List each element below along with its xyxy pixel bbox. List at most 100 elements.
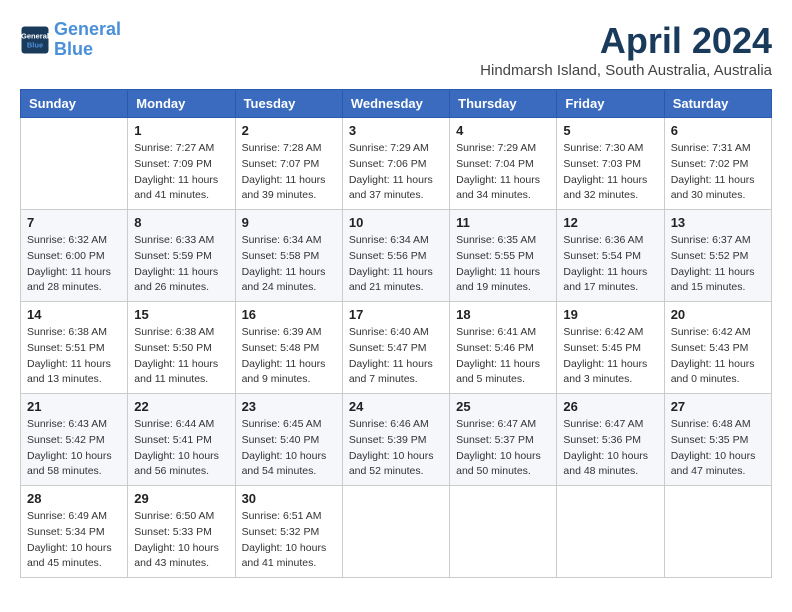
day-info: Sunrise: 7:28 AM Sunset: 7:07 PM Dayligh…: [242, 141, 336, 204]
day-info: Sunrise: 6:34 AM Sunset: 5:56 PM Dayligh…: [349, 233, 443, 296]
calendar-day-cell: 20 Sunrise: 6:42 AM Sunset: 5:43 PM Dayli…: [664, 302, 771, 394]
day-info: Sunrise: 6:38 AM Sunset: 5:50 PM Dayligh…: [134, 325, 228, 388]
day-number: 5: [563, 123, 657, 138]
calendar-day-cell: 10Sunrise: 6:34 AM Sunset: 5:56 PM Dayli…: [342, 210, 449, 302]
calendar-day-cell: 30Sunrise: 6:51 AM Sunset: 5:32 PM Dayli…: [235, 486, 342, 578]
svg-text:General: General: [21, 31, 49, 40]
svg-text:Blue: Blue: [27, 40, 43, 49]
calendar-day-cell: 22 Sunrise: 6:44 AM Sunset: 5:41 PM Dayli…: [128, 394, 235, 486]
calendar-week-row: 14Sunrise: 6:38 AM Sunset: 5:51 PM Dayli…: [21, 302, 772, 394]
title-block: April 2024 Hindmarsh Island, South Austr…: [480, 20, 772, 79]
calendar-day-cell: 7 Sunrise: 6:32 AM Sunset: 6:00 PM Daylig…: [21, 210, 128, 302]
day-number: 12: [563, 215, 657, 230]
logo-text: General Blue: [54, 20, 121, 60]
day-info: Sunrise: 6:51 AM Sunset: 5:32 PM Dayligh…: [242, 509, 336, 572]
calendar-day-cell: 19Sunrise: 6:42 AM Sunset: 5:45 PM Dayli…: [557, 302, 664, 394]
calendar-day-cell: 15 Sunrise: 6:38 AM Sunset: 5:50 PM Dayli…: [128, 302, 235, 394]
weekday-header-thursday: Thursday: [450, 90, 557, 118]
day-number: 29: [134, 491, 228, 506]
calendar-day-cell: 25 Sunrise: 6:47 AM Sunset: 5:37 PM Dayli…: [450, 394, 557, 486]
calendar-day-cell: 13 Sunrise: 6:37 AM Sunset: 5:52 PM Dayli…: [664, 210, 771, 302]
day-info: Sunrise: 6:36 AM Sunset: 5:54 PM Dayligh…: [563, 233, 657, 296]
day-info: Sunrise: 7:29 AM Sunset: 7:06 PM Dayligh…: [349, 141, 443, 204]
calendar-week-row: 7 Sunrise: 6:32 AM Sunset: 6:00 PM Daylig…: [21, 210, 772, 302]
calendar-week-row: 21 Sunrise: 6:43 AM Sunset: 5:42 PM Dayli…: [21, 394, 772, 486]
weekday-header-friday: Friday: [557, 90, 664, 118]
calendar-day-cell: 21 Sunrise: 6:43 AM Sunset: 5:42 PM Dayli…: [21, 394, 128, 486]
day-number: 1: [134, 123, 228, 138]
day-number: 17: [349, 307, 443, 322]
calendar-day-cell: 24 Sunrise: 6:46 AM Sunset: 5:39 PM Dayli…: [342, 394, 449, 486]
day-info: Sunrise: 6:42 AM Sunset: 5:43 PM Dayligh…: [671, 325, 765, 388]
weekday-header-sunday: Sunday: [21, 90, 128, 118]
day-number: 18: [456, 307, 550, 322]
calendar-day-cell: [450, 486, 557, 578]
day-info: Sunrise: 6:47 AM Sunset: 5:37 PM Dayligh…: [456, 417, 550, 480]
weekday-header-tuesday: Tuesday: [235, 90, 342, 118]
day-number: 24: [349, 399, 443, 414]
calendar-day-cell: 17 Sunrise: 6:40 AM Sunset: 5:47 PM Dayli…: [342, 302, 449, 394]
day-info: Sunrise: 6:46 AM Sunset: 5:39 PM Dayligh…: [349, 417, 443, 480]
day-info: Sunrise: 6:34 AM Sunset: 5:58 PM Dayligh…: [242, 233, 336, 296]
calendar-table: SundayMondayTuesdayWednesdayThursdayFrid…: [20, 89, 772, 578]
day-number: 8: [134, 215, 228, 230]
day-number: 2: [242, 123, 336, 138]
calendar-day-cell: 11 Sunrise: 6:35 AM Sunset: 5:55 PM Dayli…: [450, 210, 557, 302]
day-number: 13: [671, 215, 765, 230]
day-number: 20: [671, 307, 765, 322]
page-header: General Blue General Blue April 2024 Hin…: [20, 20, 772, 79]
weekday-header-wednesday: Wednesday: [342, 90, 449, 118]
day-number: 22: [134, 399, 228, 414]
calendar-day-cell: [342, 486, 449, 578]
day-number: 11: [456, 215, 550, 230]
calendar-week-row: 1 Sunrise: 7:27 AM Sunset: 7:09 PM Daylig…: [21, 118, 772, 210]
day-number: 21: [27, 399, 121, 414]
day-info: Sunrise: 7:27 AM Sunset: 7:09 PM Dayligh…: [134, 141, 228, 204]
calendar-day-cell: 1 Sunrise: 7:27 AM Sunset: 7:09 PM Daylig…: [128, 118, 235, 210]
calendar-day-cell: [664, 486, 771, 578]
day-number: 15: [134, 307, 228, 322]
calendar-day-cell: 27Sunrise: 6:48 AM Sunset: 5:35 PM Dayli…: [664, 394, 771, 486]
calendar-day-cell: 8Sunrise: 6:33 AM Sunset: 5:59 PM Daylig…: [128, 210, 235, 302]
calendar-day-cell: [557, 486, 664, 578]
calendar-day-cell: 16 Sunrise: 6:39 AM Sunset: 5:48 PM Dayli…: [235, 302, 342, 394]
day-number: 16: [242, 307, 336, 322]
day-number: 23: [242, 399, 336, 414]
day-info: Sunrise: 6:50 AM Sunset: 5:33 PM Dayligh…: [134, 509, 228, 572]
day-info: Sunrise: 7:31 AM Sunset: 7:02 PM Dayligh…: [671, 141, 765, 204]
calendar-day-cell: 14Sunrise: 6:38 AM Sunset: 5:51 PM Dayli…: [21, 302, 128, 394]
day-number: 7: [27, 215, 121, 230]
day-info: Sunrise: 6:49 AM Sunset: 5:34 PM Dayligh…: [27, 509, 121, 572]
calendar-day-cell: 28 Sunrise: 6:49 AM Sunset: 5:34 PM Dayli…: [21, 486, 128, 578]
logo-icon: General Blue: [20, 25, 50, 55]
month-title: April 2024: [480, 20, 772, 62]
day-info: Sunrise: 6:38 AM Sunset: 5:51 PM Dayligh…: [27, 325, 121, 388]
weekday-header-saturday: Saturday: [664, 90, 771, 118]
calendar-day-cell: [21, 118, 128, 210]
logo: General Blue General Blue: [20, 20, 121, 60]
calendar-day-cell: 9Sunrise: 6:34 AM Sunset: 5:58 PM Daylig…: [235, 210, 342, 302]
day-info: Sunrise: 6:42 AM Sunset: 5:45 PM Dayligh…: [563, 325, 657, 388]
location-subtitle: Hindmarsh Island, South Australia, Austr…: [480, 62, 772, 79]
day-info: Sunrise: 6:44 AM Sunset: 5:41 PM Dayligh…: [134, 417, 228, 480]
day-info: Sunrise: 6:40 AM Sunset: 5:47 PM Dayligh…: [349, 325, 443, 388]
calendar-week-row: 28 Sunrise: 6:49 AM Sunset: 5:34 PM Dayli…: [21, 486, 772, 578]
day-info: Sunrise: 7:30 AM Sunset: 7:03 PM Dayligh…: [563, 141, 657, 204]
day-number: 26: [563, 399, 657, 414]
day-info: Sunrise: 6:35 AM Sunset: 5:55 PM Dayligh…: [456, 233, 550, 296]
weekday-header-row: SundayMondayTuesdayWednesdayThursdayFrid…: [21, 90, 772, 118]
calendar-day-cell: 26Sunrise: 6:47 AM Sunset: 5:36 PM Dayli…: [557, 394, 664, 486]
day-info: Sunrise: 6:37 AM Sunset: 5:52 PM Dayligh…: [671, 233, 765, 296]
day-info: Sunrise: 6:43 AM Sunset: 5:42 PM Dayligh…: [27, 417, 121, 480]
day-info: Sunrise: 7:29 AM Sunset: 7:04 PM Dayligh…: [456, 141, 550, 204]
day-number: 25: [456, 399, 550, 414]
day-number: 6: [671, 123, 765, 138]
day-info: Sunrise: 6:39 AM Sunset: 5:48 PM Dayligh…: [242, 325, 336, 388]
day-number: 3: [349, 123, 443, 138]
calendar-day-cell: 2 Sunrise: 7:28 AM Sunset: 7:07 PM Daylig…: [235, 118, 342, 210]
day-info: Sunrise: 6:32 AM Sunset: 6:00 PM Dayligh…: [27, 233, 121, 296]
calendar-day-cell: 12 Sunrise: 6:36 AM Sunset: 5:54 PM Dayli…: [557, 210, 664, 302]
logo-line2: Blue: [54, 39, 93, 59]
calendar-day-cell: 4Sunrise: 7:29 AM Sunset: 7:04 PM Daylig…: [450, 118, 557, 210]
day-number: 28: [27, 491, 121, 506]
